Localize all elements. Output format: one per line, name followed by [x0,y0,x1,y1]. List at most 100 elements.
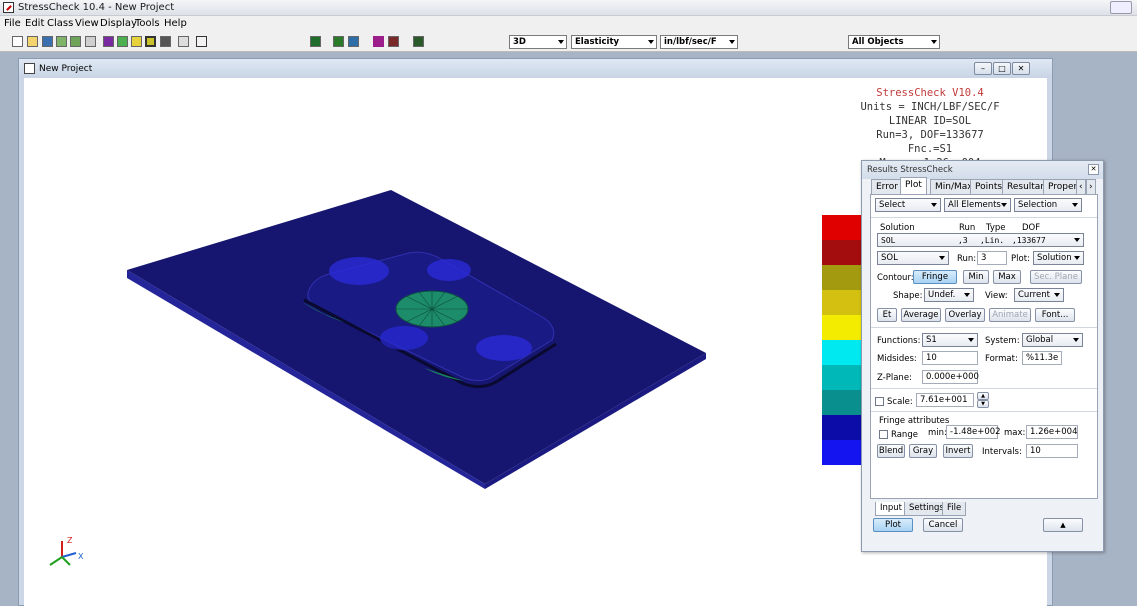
midsides-field[interactable]: 10 [922,351,978,365]
open-folder-icon[interactable] [27,36,38,47]
min-button[interactable]: Min [963,270,989,284]
camera-icon[interactable] [413,36,424,47]
range-checkbox[interactable] [879,430,888,439]
select-combo[interactable]: Select [875,198,941,212]
menu-class[interactable]: Class [47,18,73,29]
close-button[interactable]: ✕ [1012,62,1030,75]
menu-help[interactable]: Help [164,18,187,29]
save-as-icon[interactable] [56,36,67,47]
plot-button[interactable]: Plot [873,518,913,532]
menu-bar: File Edit Class View Display Tools Help [0,16,1137,32]
menu-display[interactable]: Display [100,18,137,29]
col-type: Type [986,223,1006,233]
sec-plane-button[interactable]: Sec. Plane [1030,270,1082,284]
tab-plot[interactable]: Plot [900,177,927,194]
minimize-button[interactable]: – [974,62,992,75]
help-pointer-icon[interactable] [196,36,207,47]
units-select[interactable]: in/lbf/sec/F [660,35,738,49]
sol-combo[interactable]: SOL [877,251,949,265]
run-field[interactable]: 3 [977,251,1007,265]
intervals-field[interactable]: 10 [1026,444,1078,458]
print-icon[interactable] [85,36,96,47]
scale-up-icon[interactable]: ▲ [977,392,989,400]
shape-label: Shape: [893,291,923,301]
overlay-button[interactable]: Overlay [945,308,985,322]
min-field[interactable]: -1.48e+002 [946,425,1001,439]
close-icon[interactable]: ✕ [1088,164,1099,175]
selection-combo-value: Selection [1018,200,1058,210]
tab-scroll-left-icon[interactable]: ‹ [1076,179,1086,194]
scale-field[interactable]: 7.61e+001 [916,393,974,407]
select-combo-value: Select [879,200,906,210]
export-icon[interactable] [70,36,81,47]
collapse-icon[interactable]: ▲ [1043,518,1083,532]
range-label: Range [891,430,918,440]
gray-button[interactable]: Gray [909,444,937,458]
menu-view[interactable]: View [75,18,99,29]
report-icon[interactable] [160,36,171,47]
view-combo[interactable]: Current [1014,288,1064,302]
animate-button[interactable]: Animate [989,308,1031,322]
result-info-text: StressCheck V10.4 Units = INCH/LBF/SEC/F… [810,86,1050,170]
geometry-icon[interactable] [103,36,114,47]
objects-select[interactable]: All Objects [848,35,940,49]
tab-input[interactable]: Input [875,502,908,516]
analysis-type-value: Elasticity [575,37,620,47]
maximize-button[interactable]: □ [993,62,1011,75]
view-mode-value: 3D [513,37,526,47]
shape-combo[interactable]: Undef. [924,288,974,302]
max-field[interactable]: 1.26e+004 [1026,425,1078,439]
run-dof-label: Run=3, DOF=133677 [876,129,984,141]
layer-icon[interactable] [348,36,359,47]
calculator-icon[interactable] [178,36,189,47]
row-type: ,Lin. [980,236,1005,245]
parameter-icon[interactable] [373,36,384,47]
results-panel-title[interactable]: Results StressCheck [862,161,1103,179]
chevron-down-icon [939,256,945,260]
et-button[interactable]: Et [877,308,897,322]
legend-swatch-1 [822,215,862,240]
results-icon[interactable] [145,36,156,47]
zplane-field[interactable]: 0.000e+000 [922,370,979,384]
save-icon[interactable] [42,36,53,47]
dimension-icon[interactable] [333,36,344,47]
tab-scroll-right-icon[interactable]: › [1086,179,1096,194]
system-combo[interactable]: Global [1022,333,1083,347]
menu-tools[interactable]: Tools [135,18,160,29]
project-window-titlebar[interactable]: New Project – □ ✕ [19,59,1052,79]
constraint-icon[interactable] [388,36,399,47]
menu-file[interactable]: File [4,18,21,29]
app-restore-button[interactable] [1110,1,1132,14]
objects-value: All Objects [852,37,904,47]
average-button[interactable]: Average [901,308,941,322]
contour-blob-2 [427,259,471,281]
cancel-button[interactable]: Cancel [923,518,963,532]
solution-row-combo[interactable]: SOL ,3 ,Lin. ,133677 [877,233,1084,247]
sol-combo-value: SOL [881,253,898,263]
new-file-icon[interactable] [12,36,23,47]
fringe-button[interactable]: Fringe [913,270,957,284]
legend-swatch-10 [822,440,862,465]
chevron-down-icon [558,40,564,44]
mesh-icon[interactable] [117,36,128,47]
scale-down-icon[interactable]: ▼ [977,400,989,408]
move-icon[interactable] [310,36,321,47]
plot-type-combo[interactable]: Solution [1033,251,1084,265]
selection-combo[interactable]: Selection [1014,198,1082,212]
legend-swatch-6 [822,340,862,365]
font-button[interactable]: Font... [1035,308,1075,322]
view-mode-select[interactable]: 3D [509,35,567,49]
tab-error[interactable]: Error [871,179,903,194]
load-icon[interactable] [131,36,142,47]
functions-combo[interactable]: S1 [922,333,978,347]
analysis-type-select[interactable]: Elasticity [571,35,657,49]
scale-checkbox[interactable] [875,397,884,406]
elements-combo[interactable]: All Elements [944,198,1011,212]
format-field[interactable]: %11.3e [1022,351,1062,365]
menu-edit[interactable]: Edit [25,18,44,29]
blend-button[interactable]: Blend [877,444,905,458]
max-button[interactable]: Max [993,270,1021,284]
invert-button[interactable]: Invert [943,444,973,458]
row-run: ,3 [958,236,968,245]
tab-file[interactable]: File [942,502,967,516]
